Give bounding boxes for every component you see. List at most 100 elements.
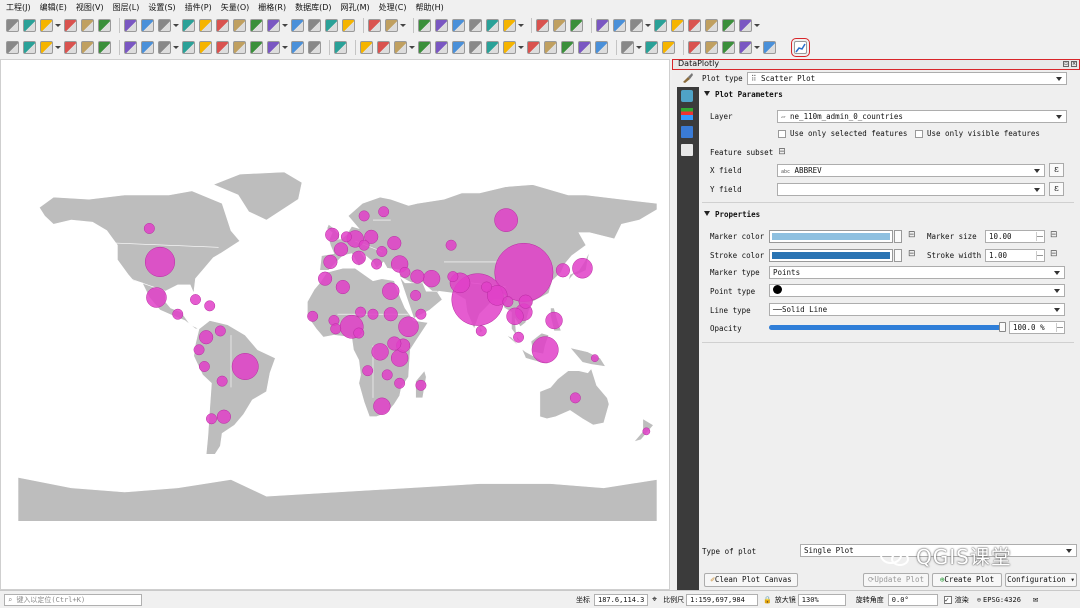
stroke-color-override-icon[interactable]: ⊟ [908,249,916,259]
menu-item[interactable]: 设置(S) [148,2,175,13]
stroke-width-spinbox[interactable]: 1.00 [985,249,1045,262]
new-spatialite-icon[interactable] [64,41,77,54]
show-bookmarks-icon[interactable] [342,18,355,32]
rotation-field[interactable]: 0.0° [887,593,938,606]
shape-tool-4[interactable] [739,41,752,54]
dropdown-arrow-icon[interactable] [636,46,642,49]
geometry-tool-10[interactable] [544,41,557,54]
use-visible-box[interactable] [915,129,923,138]
shape-tool-2[interactable] [705,41,718,54]
lock-scale-icon[interactable]: 🔒 [763,596,772,604]
y-field-expression-button[interactable]: ε [1049,182,1064,196]
menu-item[interactable]: 图层(L) [113,2,140,13]
geometry-tool-8[interactable] [503,41,516,54]
dropdown-arrow-icon[interactable] [55,46,61,49]
zoom-out-icon[interactable] [199,18,212,32]
redo-icon[interactable] [308,41,321,54]
crs-label[interactable]: EPSG:4326 [983,596,1021,604]
menu-item[interactable]: 矢量(O) [221,2,250,13]
label-rotate-icon[interactable] [654,18,667,32]
map-tips-icon[interactable] [553,18,566,32]
dropdown-arrow-icon[interactable] [282,46,288,49]
close-panel-icon[interactable]: × [1071,61,1077,67]
copy-features-icon[interactable] [250,41,263,54]
diagram-change-icon[interactable] [722,18,735,32]
map-canvas[interactable] [0,59,670,590]
menu-item[interactable]: 网孔(M) [341,2,370,13]
new-virtual-layer-icon[interactable] [81,41,94,54]
dropdown-arrow-icon[interactable] [409,46,415,49]
geometry-tool-5[interactable] [452,41,465,54]
properties-header[interactable]: Properties [704,210,760,219]
shape-tool-5[interactable] [763,41,776,54]
label-change-icon[interactable] [671,18,684,32]
new-bookmark-icon[interactable] [325,18,338,32]
layer-select[interactable]: ▱ ne_110m_admin_0_countries [777,110,1067,123]
menu-item[interactable]: 插件(P) [185,2,212,13]
run-action-icon[interactable] [418,18,431,32]
refresh-icon[interactable] [368,18,381,32]
undo-icon[interactable] [291,41,304,54]
menu-item[interactable]: 数据库(D) [295,2,331,13]
label-move-icon[interactable] [630,18,643,32]
create-plot-button[interactable]: ⊕Create Plot [932,573,1002,587]
update-plot-button[interactable]: ⟳Update Plot [863,573,929,587]
geometry-tool-4[interactable] [435,41,448,54]
plot-type-select[interactable]: ⠿ Scatter Plot [747,72,1067,85]
x-field-expression-button[interactable]: ε [1049,163,1064,177]
label-pin-icon[interactable] [596,18,609,32]
opacity-slider-handle[interactable] [999,322,1006,332]
delete-selected-icon[interactable] [216,41,229,54]
zoom-native-icon[interactable] [267,18,280,32]
save-edits-icon[interactable] [158,41,171,54]
pan-to-selection-icon[interactable] [158,18,171,32]
save-project-icon[interactable] [40,18,53,32]
clean-plot-canvas-button[interactable]: ✐Clean Plot Canvas [704,573,798,587]
open-project-icon[interactable] [23,18,36,32]
magnifier-field[interactable]: 130% [797,593,846,606]
marker-color-dropdown[interactable] [894,230,902,243]
geometry-tool-2[interactable] [394,41,407,54]
zoom-full-icon[interactable] [216,18,229,32]
use-visible-checkbox[interactable]: Use only visible features [915,129,1040,138]
shape-tool-1[interactable] [688,41,701,54]
coord-field[interactable]: 187.6,114.3 [594,593,648,606]
point-type-select[interactable] [769,284,1065,297]
label-show-icon[interactable] [613,18,626,32]
plot-parameters-header[interactable]: Plot Parameters [704,90,783,99]
geometry-tool-9[interactable] [527,41,540,54]
identify-icon[interactable] [385,18,398,32]
diagram-rotate-icon[interactable] [739,18,752,32]
render-checkbox[interactable]: ✓ [943,595,952,604]
zoom-in-icon[interactable] [182,18,195,32]
dropdown-arrow-icon[interactable] [754,46,760,49]
geometry-tool-3[interactable] [418,41,431,54]
opacity-spinbox[interactable]: 100.0 % [1009,321,1065,334]
marker-type-select[interactable]: Points [769,266,1065,279]
plot-icon[interactable] [360,41,373,54]
locator-input[interactable]: ⌕ 键入以定位(Ctrl+K) [4,593,142,606]
diagram-move-icon[interactable] [705,18,718,32]
marker-size-override-icon[interactable]: ⊟ [1050,230,1058,240]
plot-settings-tab-icon[interactable] [681,90,693,102]
zoom-last-icon[interactable] [291,18,304,32]
stroke-color-dropdown[interactable] [894,249,902,262]
line-type-select[interactable]: ──Solid Line [769,303,1065,316]
marker-color-override-icon[interactable]: ⊟ [908,230,916,240]
save-as-icon[interactable] [64,18,77,32]
menu-item[interactable]: 处理(C) [379,2,407,13]
dropdown-arrow-icon[interactable] [518,46,524,49]
messages-icon[interactable]: ✉ [1033,595,1038,605]
dropdown-arrow-icon[interactable] [55,23,61,27]
data-source-manager-icon[interactable] [6,41,19,54]
edit-pencil-icon[interactable] [141,41,154,54]
scale-field[interactable]: 1:159,697,984 [686,593,759,606]
field-calculator-icon[interactable] [469,18,482,32]
dropdown-arrow-icon[interactable] [645,23,651,27]
pan-icon[interactable] [141,18,154,32]
shape-tool-3[interactable] [722,41,735,54]
geometry-tool-13[interactable] [595,41,608,54]
dropdown-arrow-icon[interactable] [754,23,760,27]
geometry-tool-6[interactable] [469,41,482,54]
dropdown-arrow-icon[interactable] [400,23,406,27]
